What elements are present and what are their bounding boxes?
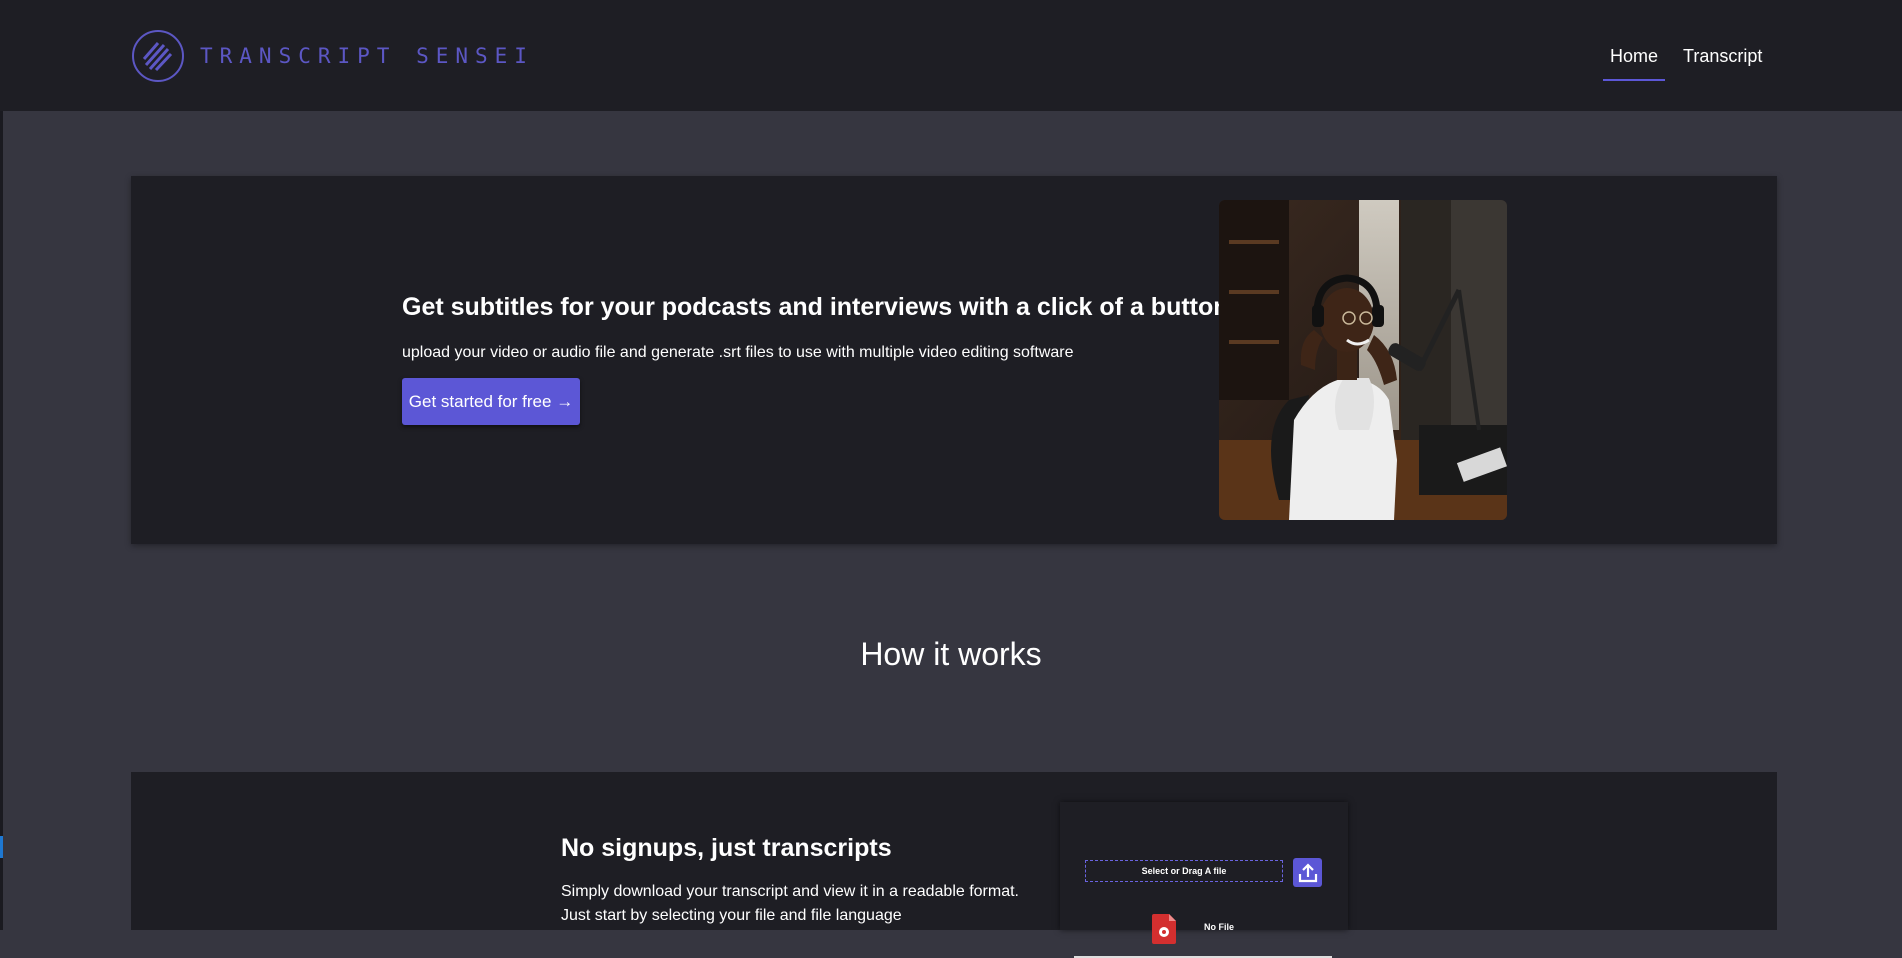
upload-button[interactable] — [1293, 858, 1322, 887]
left-edge-strip — [0, 111, 3, 930]
get-started-button[interactable]: Get started for free → — [402, 378, 580, 425]
hero-section: Get subtitles for your podcasts and inte… — [131, 176, 1777, 544]
nav-home[interactable]: Home — [1603, 36, 1666, 81]
left-edge-accent — [0, 836, 3, 858]
nav-transcript[interactable]: Transcript — [1676, 36, 1769, 81]
upload-widget-preview: Select or Drag A file No File — [1060, 802, 1348, 958]
how-it-works-heading: How it works — [860, 636, 1042, 672]
file-drop-zone[interactable]: Select or Drag A file — [1085, 860, 1283, 882]
feature-line: Simply download your transcript and view… — [561, 883, 1019, 900]
file-status: No File — [1204, 922, 1235, 932]
hero-subtitle: upload your video or audio file and gene… — [402, 344, 1074, 361]
feature-text: Simply download your transcript and view… — [561, 880, 1019, 928]
hero-title: Get subtitles for your podcasts and inte… — [402, 293, 1229, 321]
file-icon — [1152, 914, 1176, 944]
hero-image — [1219, 200, 1507, 520]
upload-icon — [1298, 862, 1317, 882]
feature-section: No signups, just transcripts Simply down… — [131, 772, 1777, 958]
feature-title: No signups, just transcripts — [561, 834, 892, 862]
logo-mark-icon — [132, 30, 184, 82]
feature-line: Just start by selecting your file and fi… — [561, 907, 902, 924]
logo-text: TRANSCRIPT SENSEI — [200, 44, 534, 68]
main-nav: Home Transcript — [1603, 36, 1769, 81]
logo[interactable]: TRANSCRIPT SENSEI — [131, 29, 534, 83]
top-navbar: TRANSCRIPT SENSEI Home Transcript — [0, 0, 1902, 111]
